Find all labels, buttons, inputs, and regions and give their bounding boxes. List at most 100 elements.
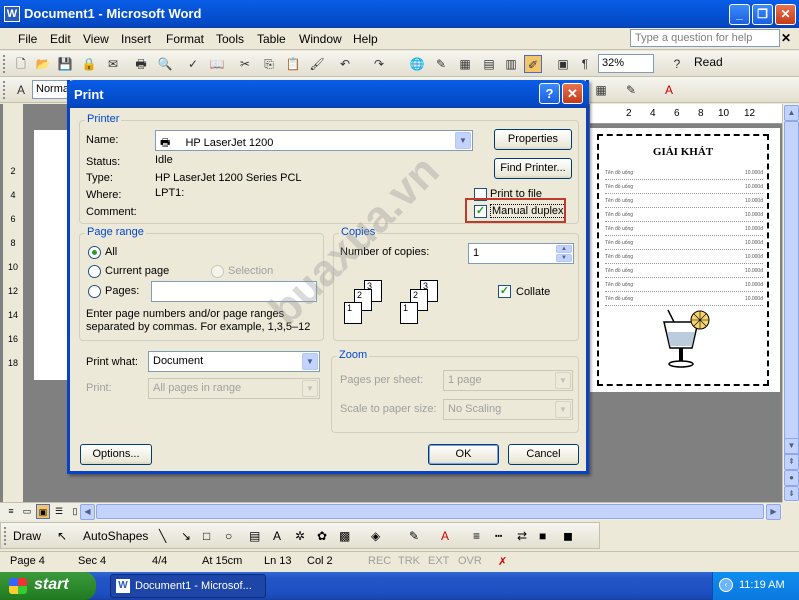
close-document-icon[interactable]: ✕	[781, 31, 791, 45]
help-icon[interactable]: ?	[668, 55, 686, 73]
read-button[interactable]: Read	[694, 55, 723, 69]
previous-page-button[interactable]: ⇞	[784, 454, 799, 470]
autoshapes-menu[interactable]: AutoShapes	[83, 529, 148, 543]
spelling-icon[interactable]: ✓	[184, 55, 202, 73]
find-printer-button[interactable]: Find Printer...	[494, 158, 572, 179]
dash-style-icon[interactable]: ┅	[495, 529, 502, 543]
printer-name-select[interactable]: 🖶 HP LaserJet 1200 ▼	[155, 130, 473, 151]
research-icon[interactable]: 📖	[208, 55, 226, 73]
status-rec[interactable]: REC	[368, 555, 391, 567]
outline-view-icon[interactable]: ☰	[52, 504, 66, 519]
redo-icon[interactable]: ↷	[370, 55, 388, 73]
email-icon[interactable]: ✉	[104, 55, 122, 73]
word-app-icon[interactable]: W	[4, 6, 20, 22]
clock[interactable]: 11:19 AM	[739, 579, 785, 591]
dialog-close-button[interactable]: ✕	[562, 83, 583, 104]
new-document-icon[interactable]: 🗋	[12, 55, 30, 73]
menu-file[interactable]: File	[18, 32, 37, 46]
status-trk[interactable]: TRK	[398, 555, 420, 567]
clip-art-icon[interactable]: ✿	[317, 529, 327, 543]
open-icon[interactable]: 📂	[34, 55, 52, 73]
dialog-help-button[interactable]: ?	[539, 83, 560, 104]
scroll-down-button[interactable]: ▼	[784, 438, 799, 454]
copy-icon[interactable]: ⎘	[260, 55, 278, 73]
fill-color-icon[interactable]: ◈	[371, 529, 380, 543]
arrow-icon[interactable]: ↘	[181, 529, 191, 543]
columns-icon[interactable]: ▥	[502, 55, 520, 73]
undo-icon[interactable]: ↶	[336, 55, 354, 73]
print-select[interactable]: All pages in range ▼	[148, 378, 320, 399]
chevron-down-icon[interactable]: ▼	[555, 372, 571, 389]
cancel-button[interactable]: Cancel	[508, 444, 579, 465]
oval-icon[interactable]: ○	[225, 529, 232, 543]
properties-button[interactable]: Properties	[494, 129, 572, 150]
toolbar-grip[interactable]	[3, 55, 7, 73]
print-icon[interactable]: 🖶	[132, 55, 150, 73]
highlight-icon[interactable]: ✎	[622, 81, 640, 99]
style-select[interactable]: Normal	[32, 80, 72, 99]
taskbar-item-word[interactable]: W Document1 - Microsof...	[110, 574, 266, 598]
chevron-down-icon[interactable]: ▼	[302, 353, 318, 370]
pages-per-sheet-select[interactable]: 1 page ▼	[443, 370, 573, 391]
scroll-right-button[interactable]: ▶	[766, 504, 781, 520]
close-button[interactable]: ✕	[775, 4, 796, 25]
browse-object-button[interactable]: ●	[784, 470, 799, 486]
selection-radio[interactable]	[211, 265, 224, 278]
current-page-radio[interactable]	[88, 265, 101, 278]
format-painter-icon[interactable]: 🖌	[308, 55, 326, 73]
permission-icon[interactable]: 🔒	[80, 55, 98, 73]
next-page-button[interactable]: ⇟	[784, 486, 799, 501]
toolbar-grip[interactable]	[3, 81, 7, 99]
ask-question-input[interactable]: Type a question for help	[630, 29, 780, 47]
start-button[interactable]: start	[0, 572, 96, 600]
spelling-status-icon[interactable]: ✗	[498, 555, 507, 568]
hyperlink-icon[interactable]: 🌐	[408, 55, 426, 73]
chevron-down-icon[interactable]: ▼	[555, 401, 571, 418]
scroll-up-button[interactable]: ▲	[784, 105, 799, 121]
scroll-thumb[interactable]	[96, 504, 764, 519]
ok-button[interactable]: OK	[428, 444, 499, 465]
status-ovr[interactable]: OVR	[458, 555, 482, 567]
minimize-button[interactable]: _	[729, 4, 750, 25]
menu-help[interactable]: Help	[353, 32, 378, 46]
font-color-icon[interactable]: A	[660, 81, 678, 99]
chevron-down-icon[interactable]: ▼	[455, 132, 471, 149]
select-objects-icon[interactable]: ↖	[57, 529, 67, 543]
collate-checkbox[interactable]: ✓	[498, 285, 511, 298]
vertical-scrollbar[interactable]: ▲ ▼ ⇞ ● ⇟	[782, 104, 799, 502]
status-ext[interactable]: EXT	[428, 555, 449, 567]
insert-table-icon[interactable]: ▦	[456, 55, 474, 73]
font-color-icon[interactable]: A	[441, 529, 449, 543]
tables-borders-icon[interactable]: ✎	[432, 55, 450, 73]
draw-menu[interactable]: Draw	[13, 529, 41, 543]
toolbar-grip[interactable]	[4, 527, 8, 545]
wordart-icon[interactable]: A	[273, 529, 281, 543]
options-button[interactable]: Options...	[80, 444, 152, 465]
scroll-thumb[interactable]	[784, 121, 799, 461]
normal-view-icon[interactable]: ≡	[4, 504, 18, 519]
pages-radio[interactable]	[88, 285, 101, 298]
spin-up-icon[interactable]: ▲	[556, 245, 572, 253]
3d-style-icon[interactable]: ◼	[563, 529, 573, 543]
picture-icon[interactable]: ▩	[339, 529, 350, 543]
show-hide-icon[interactable]: ¶	[576, 55, 594, 73]
menu-insert[interactable]: Insert	[121, 32, 151, 46]
borders-icon[interactable]: ▦	[592, 81, 610, 99]
menu-edit[interactable]: Edit	[50, 32, 71, 46]
chevron-down-icon[interactable]: ▼	[302, 380, 318, 397]
insert-excel-icon[interactable]: ▤	[480, 55, 498, 73]
spin-down-icon[interactable]: ▼	[556, 254, 572, 262]
print-layout-icon[interactable]: ▣	[36, 504, 50, 519]
show-hidden-icons-icon[interactable]: ‹	[719, 578, 733, 592]
document-map-icon[interactable]: ▣	[554, 55, 572, 73]
print-preview-icon[interactable]: 🔍	[156, 55, 174, 73]
cut-icon[interactable]: ✂	[236, 55, 254, 73]
rectangle-icon[interactable]: □	[203, 529, 210, 543]
line-style-icon[interactable]: ≡	[473, 529, 480, 543]
diagram-icon[interactable]: ✲	[295, 529, 305, 543]
web-layout-icon[interactable]: ▭	[20, 504, 34, 519]
menu-view[interactable]: View	[83, 32, 109, 46]
number-of-copies-spinner[interactable]: 1 ▲ ▼	[468, 243, 574, 264]
zoom-select[interactable]: 32%	[598, 54, 654, 73]
text-box-icon[interactable]: ▤	[249, 529, 260, 543]
